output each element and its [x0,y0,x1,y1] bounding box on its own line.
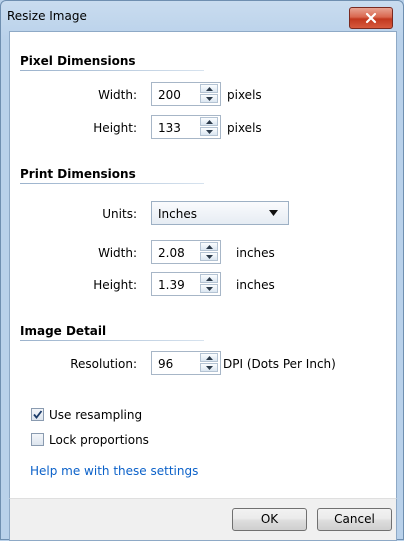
chevron-up-icon [205,355,213,360]
image-detail-divider [20,340,204,341]
print-height-increment-button[interactable] [200,274,218,283]
pixel-height-value: 133 [158,121,181,135]
pixel-width-increment-button[interactable] [200,84,218,93]
dialog-content: Pixel Dimensions Width: 200 pixels Heigh… [9,31,397,500]
print-width-field[interactable]: 2.08 [151,240,221,264]
print-width-value: 2.08 [158,246,185,260]
chevron-down-icon [205,365,213,370]
print-width-increment-button[interactable] [200,242,218,251]
print-height-spinner[interactable] [200,274,218,294]
resolution-value: 96 [158,357,174,371]
resize-image-dialog: Resize Image Pixel Dimensions Width: 200… [0,0,404,541]
resolution-field[interactable]: 96 [151,351,221,375]
chevron-down-icon [205,254,213,259]
pixel-height-label: Height: [93,121,137,135]
lock-proportions-checkbox[interactable] [31,433,44,446]
close-icon [365,12,377,24]
print-width-label: Width: [98,246,137,260]
window-title: Resize Image [7,9,87,23]
resolution-unit: DPI (Dots Per Inch) [223,357,336,371]
resolution-label: Resolution: [70,357,137,371]
close-button[interactable] [349,7,393,29]
print-height-unit: inches [236,278,275,292]
units-value: Inches [158,207,197,221]
use-resampling-label[interactable]: Use resampling [49,408,142,422]
resolution-spinner[interactable] [200,353,218,373]
image-detail-heading: Image Detail [20,324,107,338]
pixel-width-unit: pixels [227,88,262,102]
print-height-label: Height: [93,278,137,292]
chevron-down-icon [205,286,213,291]
pixel-dimensions-divider [20,70,204,71]
resolution-decrement-button[interactable] [200,363,218,372]
units-label: Units: [102,207,137,221]
print-width-unit: inches [236,246,275,260]
pixel-width-label: Width: [98,88,137,102]
pixel-height-decrement-button[interactable] [200,127,218,136]
print-width-decrement-button[interactable] [200,252,218,261]
pixel-width-value: 200 [158,88,181,102]
pixel-dimensions-heading: Pixel Dimensions [20,54,136,68]
resolution-increment-button[interactable] [200,353,218,362]
units-dropdown[interactable]: Inches [151,201,289,225]
print-width-spinner[interactable] [200,242,218,262]
pixel-width-decrement-button[interactable] [200,94,218,103]
pixel-width-spinner[interactable] [200,84,218,104]
chevron-up-icon [205,276,213,281]
print-height-decrement-button[interactable] [200,284,218,293]
title-bar[interactable]: Resize Image [1,1,403,31]
pixel-height-field[interactable]: 133 [151,115,221,139]
chevron-down-icon [205,129,213,134]
chevron-up-icon [205,244,213,249]
lock-proportions-label[interactable]: Lock proportions [49,433,149,447]
help-link[interactable]: Help me with these settings [30,464,198,478]
pixel-height-unit: pixels [227,121,262,135]
dropdown-arrow-icon [269,210,278,216]
ok-button[interactable]: OK [232,508,307,531]
print-dimensions-divider [20,183,204,184]
pixel-height-spinner[interactable] [200,117,218,137]
print-dimensions-heading: Print Dimensions [20,167,136,181]
chevron-down-icon [205,96,213,101]
dialog-footer: OK Cancel [9,498,397,541]
pixel-height-increment-button[interactable] [200,117,218,126]
cancel-button[interactable]: Cancel [317,508,392,531]
print-height-value: 1.39 [158,278,185,292]
use-resampling-checkbox[interactable] [31,408,44,421]
pixel-width-field[interactable]: 200 [151,82,221,106]
print-height-field[interactable]: 1.39 [151,272,221,296]
chevron-up-icon [205,86,213,91]
chevron-up-icon [205,119,213,124]
checkmark-icon [33,410,43,419]
